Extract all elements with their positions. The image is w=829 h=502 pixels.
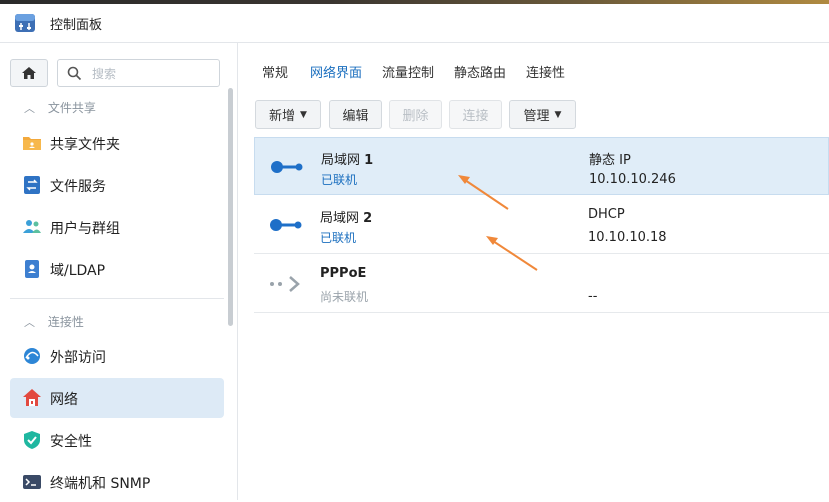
lan-connected-icon <box>270 219 302 231</box>
sidebar-item-file-services[interactable]: 文件服务 <box>10 165 224 205</box>
add-button[interactable]: 新增 ▼ <box>255 100 321 129</box>
sidebar-item-label: 网络 <box>50 392 78 408</box>
interface-row-pppoe[interactable]: PPPoE 尚未联机 -- <box>254 255 829 313</box>
sidebar-item-label: 安全性 <box>50 434 92 450</box>
interface-number: 1 <box>364 153 374 168</box>
section-label: 文件共享 <box>47 101 96 115</box>
caret-down-icon: ▼ <box>554 109 562 120</box>
sidebar-item-label: 域/LDAP <box>50 263 106 279</box>
chevron-up-icon: ︿ <box>24 316 35 329</box>
interface-status: 已联机 <box>320 231 357 245</box>
connect-button[interactable]: 连接 <box>449 100 502 129</box>
home-icon <box>22 67 36 79</box>
interface-ip-type: 静态 IP <box>589 153 631 168</box>
domain-ldap-icon <box>25 260 39 278</box>
interface-name: PPPoE <box>320 266 366 281</box>
sidebar-item-label: 终端机和 SNMP <box>50 476 151 492</box>
interface-name: 局域网 1 <box>321 149 373 168</box>
sidebar-item-label: 外部访问 <box>50 350 106 366</box>
users-groups-icon <box>23 220 41 233</box>
pppoe-disconnected-icon <box>270 276 300 292</box>
interface-status: 已联机 <box>321 173 358 187</box>
interface-ip: 10.10.10.18 <box>588 230 667 245</box>
window-title: 控制面板 <box>50 18 103 33</box>
search-icon <box>67 66 82 81</box>
tab-connectivity[interactable]: 连接性 <box>526 62 565 81</box>
external-access-icon <box>24 348 40 364</box>
caret-down-icon: ▼ <box>300 109 307 120</box>
delete-button[interactable]: 删除 <box>389 100 442 129</box>
interface-name-text: 局域网 <box>320 211 360 226</box>
control-panel-icon <box>15 14 35 32</box>
sidebar-item-label: 共享文件夹 <box>50 137 120 153</box>
lan-connected-icon <box>271 161 303 173</box>
section-header-file-sharing[interactable]: ︿ 文件共享 <box>24 99 96 116</box>
terminal-icon <box>23 475 41 489</box>
edit-button-label: 编辑 <box>342 109 369 124</box>
connect-button-label: 连接 <box>462 109 489 124</box>
delete-button-label: 删除 <box>402 109 429 124</box>
tab-general[interactable]: 常规 <box>262 62 288 81</box>
file-services-icon <box>24 176 40 194</box>
section-header-connectivity[interactable]: ︿ 连接性 <box>24 313 84 330</box>
interface-status: 尚未联机 <box>320 290 369 304</box>
interface-name: 局域网 2 <box>320 207 372 226</box>
security-shield-icon <box>24 431 40 449</box>
edit-button[interactable]: 编辑 <box>329 100 382 129</box>
manage-button[interactable]: 管理 ▼ <box>509 100 576 129</box>
network-icon <box>23 389 41 406</box>
shared-folder-icon <box>23 137 41 150</box>
interface-name-text: 局域网 <box>321 153 361 168</box>
tab-static-route[interactable]: 静态路由 <box>454 62 506 81</box>
tab-traffic-control[interactable]: 流量控制 <box>382 62 434 81</box>
sidebar-item-terminal-snmp[interactable]: 终端机和 SNMP <box>10 462 224 502</box>
title-bar: 控制面板 <box>0 4 829 43</box>
sidebar-scrollbar[interactable] <box>228 88 233 326</box>
sidebar-item-network[interactable]: 网络 <box>10 378 224 418</box>
sidebar-divider <box>10 298 224 299</box>
home-button[interactable] <box>10 59 48 87</box>
add-button-label: 新增 <box>269 109 296 124</box>
interface-ip: -- <box>588 289 598 304</box>
tab-bar: 常规 网络界面 流量控制 静态路由 连接性 <box>238 43 829 87</box>
sidebar-item-label: 文件服务 <box>50 179 106 195</box>
interface-ip-type: DHCP <box>588 207 625 222</box>
search-box[interactable] <box>57 59 220 87</box>
interface-number: 2 <box>363 211 373 226</box>
sidebar-item-external-access[interactable]: 外部访问 <box>10 336 224 376</box>
sidebar-item-security[interactable]: 安全性 <box>10 420 224 460</box>
manage-button-label: 管理 <box>523 109 550 124</box>
interface-name-text: PPPoE <box>320 266 367 281</box>
interface-ip: 10.10.10.246 <box>589 172 676 187</box>
chevron-up-icon: ︿ <box>24 102 35 115</box>
sidebar-item-shared-folder[interactable]: 共享文件夹 <box>10 123 224 163</box>
section-label: 连接性 <box>47 315 84 329</box>
interface-row-lan1[interactable]: 局域网 1 已联机 静态 IP 10.10.10.246 <box>254 137 829 195</box>
tab-network-interface[interactable]: 网络界面 <box>310 62 362 81</box>
interface-row-lan2[interactable]: 局域网 2 已联机 DHCP 10.10.10.18 <box>254 196 829 254</box>
search-input[interactable] <box>90 64 214 84</box>
sidebar-item-users-groups[interactable]: 用户与群组 <box>10 207 224 247</box>
sidebar-item-domain-ldap[interactable]: 域/LDAP <box>10 249 224 289</box>
sidebar-item-label: 用户与群组 <box>50 221 120 237</box>
sidebar: ︿ 文件共享 共享文件夹 文件服务 用户与群组 <box>0 43 238 500</box>
